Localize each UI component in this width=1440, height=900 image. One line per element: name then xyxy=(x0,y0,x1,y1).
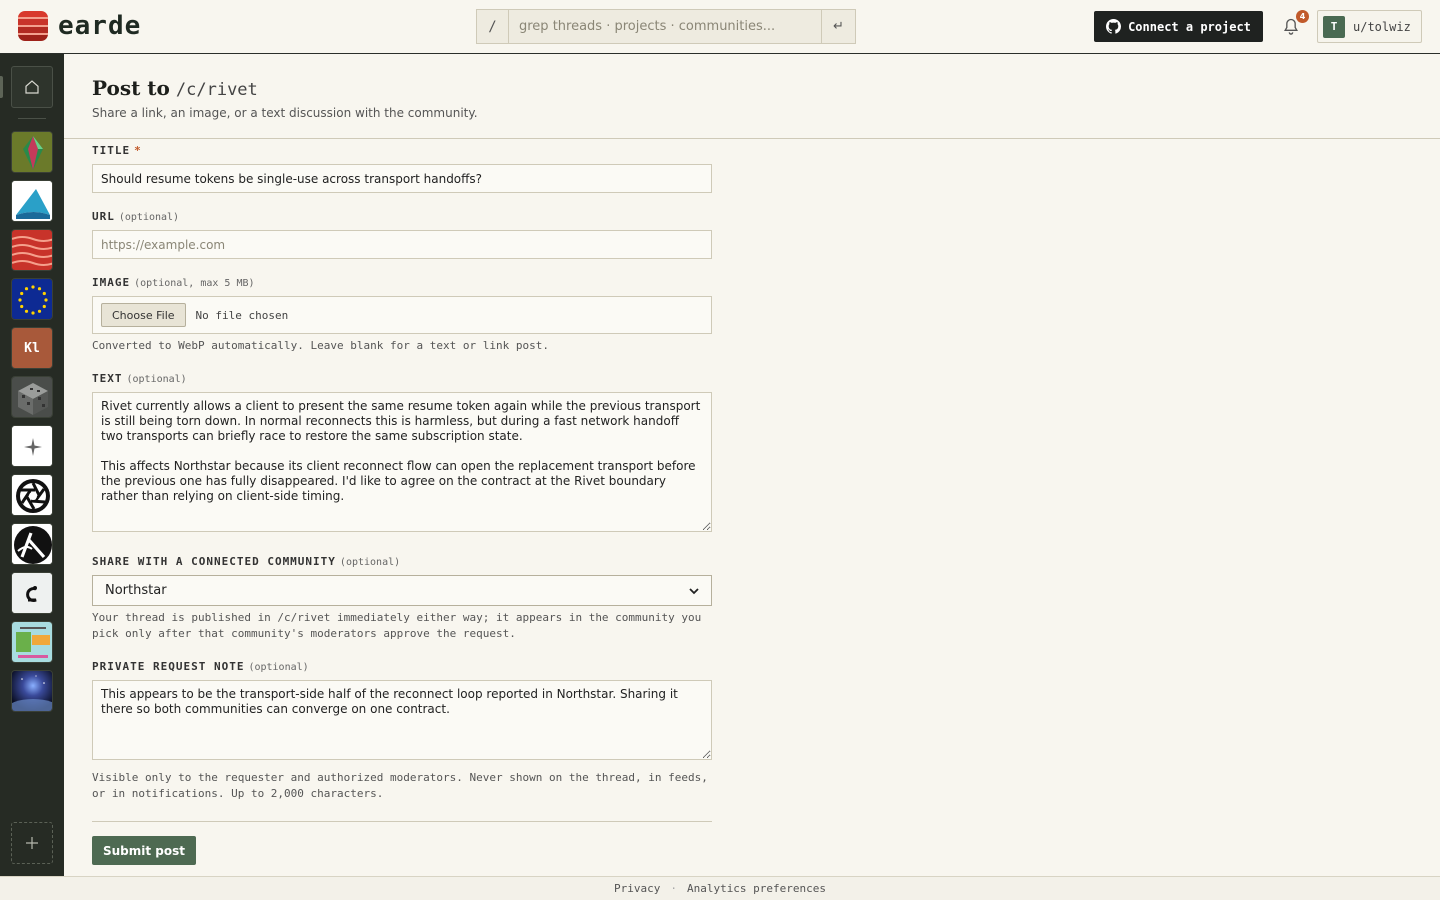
user-menu[interactable]: T u/tolwiz xyxy=(1317,10,1422,43)
footer: Privacy · Analytics preferences xyxy=(0,876,1440,900)
choose-file-button[interactable]: Choose File xyxy=(101,303,186,327)
page-title-text: Post to xyxy=(92,76,170,100)
earde-logo-icon xyxy=(18,11,48,41)
community-name[interactable]: /c/rivet xyxy=(176,80,258,100)
sidebar-community-stone[interactable] xyxy=(11,376,53,418)
share-help: Your thread is published in /c/rivet imm… xyxy=(92,611,702,640)
text-label: TEXT (optional) xyxy=(92,372,187,385)
privacy-link[interactable]: Privacy xyxy=(614,882,660,895)
url-input[interactable] xyxy=(92,230,712,259)
note-textarea[interactable]: This appears to be the transport-side ha… xyxy=(92,680,712,760)
home-icon xyxy=(25,80,39,94)
page-header: Post to/c/rivet Share a link, an image, … xyxy=(64,54,1440,139)
url-label: URL (optional) xyxy=(92,210,179,223)
sidebar-community-crystal[interactable] xyxy=(11,131,53,173)
submit-post-button[interactable]: Submit post xyxy=(92,836,196,865)
title-input[interactable] xyxy=(92,164,712,193)
image-help: Converted to WebP automatically. Leave b… xyxy=(92,339,549,352)
sidebar-community-hook[interactable] xyxy=(11,572,53,614)
image-label-text: IMAGE xyxy=(92,276,131,289)
share-label: SHARE WITH A CONNECTED COMMUNITY (optiona… xyxy=(92,555,400,568)
avatar: T xyxy=(1323,15,1345,38)
community-kl-label: Kl xyxy=(24,340,40,356)
sidebar-divider xyxy=(18,118,46,119)
share-label-text: SHARE WITH A CONNECTED COMMUNITY xyxy=(92,555,336,568)
image-label: IMAGE (optional, max 5 MB) xyxy=(92,276,255,289)
stone-cube-icon xyxy=(12,377,52,417)
image-optional: (optional, max 5 MB) xyxy=(134,278,255,289)
image-file-input: Choose File No file chosen xyxy=(92,296,712,334)
waves-icon xyxy=(12,230,52,270)
url-label-text: URL xyxy=(92,210,115,223)
logo[interactable]: earde xyxy=(18,11,141,41)
text-optional: (optional) xyxy=(126,374,187,385)
aperture-icon xyxy=(12,475,52,515)
note-label: PRIVATE REQUEST NOTE (optional) xyxy=(92,660,309,673)
community-sidebar: Kl xyxy=(0,54,64,876)
connect-project-label: Connect a project xyxy=(1128,19,1251,34)
north-star-icon xyxy=(12,426,52,466)
chevron-down-icon xyxy=(689,587,699,594)
plus-icon xyxy=(26,837,38,849)
page-title: Post to/c/rivet xyxy=(92,76,258,100)
share-optional: (optional) xyxy=(339,557,401,568)
crystal-icon xyxy=(12,132,52,172)
sidebar-community-space[interactable] xyxy=(11,670,53,712)
sidebar-community-goodday[interactable] xyxy=(11,621,53,663)
sidebar-community-kl[interactable]: Kl xyxy=(11,327,53,369)
top-bar: earde / ↵ Connect a project 4 T u/tolwiz xyxy=(0,0,1440,54)
text-label-text: TEXT xyxy=(92,372,123,385)
search-bar: / ↵ xyxy=(476,9,856,44)
active-indicator xyxy=(0,76,3,98)
required-marker: * xyxy=(134,144,142,157)
hook-icon xyxy=(12,573,52,613)
home-button[interactable] xyxy=(11,66,53,108)
sidebar-community-earde[interactable] xyxy=(11,229,53,271)
title-label-text: TITLE xyxy=(92,144,131,157)
eu-stars-icon xyxy=(12,279,52,319)
sidebar-community-eu[interactable] xyxy=(11,278,53,320)
note-help: Visible only to the requester and author… xyxy=(92,771,708,800)
sidebar-community-lambda[interactable] xyxy=(11,523,53,565)
app-name: earde xyxy=(58,11,142,41)
add-community-button[interactable] xyxy=(11,822,53,864)
form-divider xyxy=(92,821,712,822)
connect-project-button[interactable]: Connect a project xyxy=(1094,11,1263,42)
note-label-text: PRIVATE REQUEST NOTE xyxy=(92,660,245,673)
search-input[interactable] xyxy=(509,10,821,43)
analytics-preferences-link[interactable]: Analytics preferences xyxy=(687,882,826,895)
lambda-icon xyxy=(12,524,52,564)
sidebar-community-aperture[interactable] xyxy=(11,474,53,516)
sidebar-community-fin[interactable] xyxy=(11,180,53,222)
footer-separator: · xyxy=(670,882,677,895)
url-optional: (optional) xyxy=(118,212,180,223)
galaxy-icon xyxy=(12,671,52,711)
good-day-icon xyxy=(12,622,52,662)
search-submit-icon[interactable]: ↵ xyxy=(821,10,855,43)
title-label: TITLE * xyxy=(92,144,142,157)
text-textarea[interactable]: Rivet currently allows a client to prese… xyxy=(92,392,712,532)
file-status: No file chosen xyxy=(195,308,289,322)
search-prefix: / xyxy=(477,10,509,43)
username: u/tolwiz xyxy=(1353,19,1411,34)
share-selected-value: Northstar xyxy=(105,583,167,598)
notification-badge: 4 xyxy=(1296,10,1309,23)
github-icon xyxy=(1106,19,1122,34)
sidebar-community-northstar[interactable] xyxy=(11,425,53,467)
page-subtitle: Share a link, an image, or a text discus… xyxy=(92,106,478,120)
share-community-select[interactable]: Northstar xyxy=(92,575,712,606)
note-optional: (optional) xyxy=(248,662,309,673)
fin-icon xyxy=(12,181,52,221)
